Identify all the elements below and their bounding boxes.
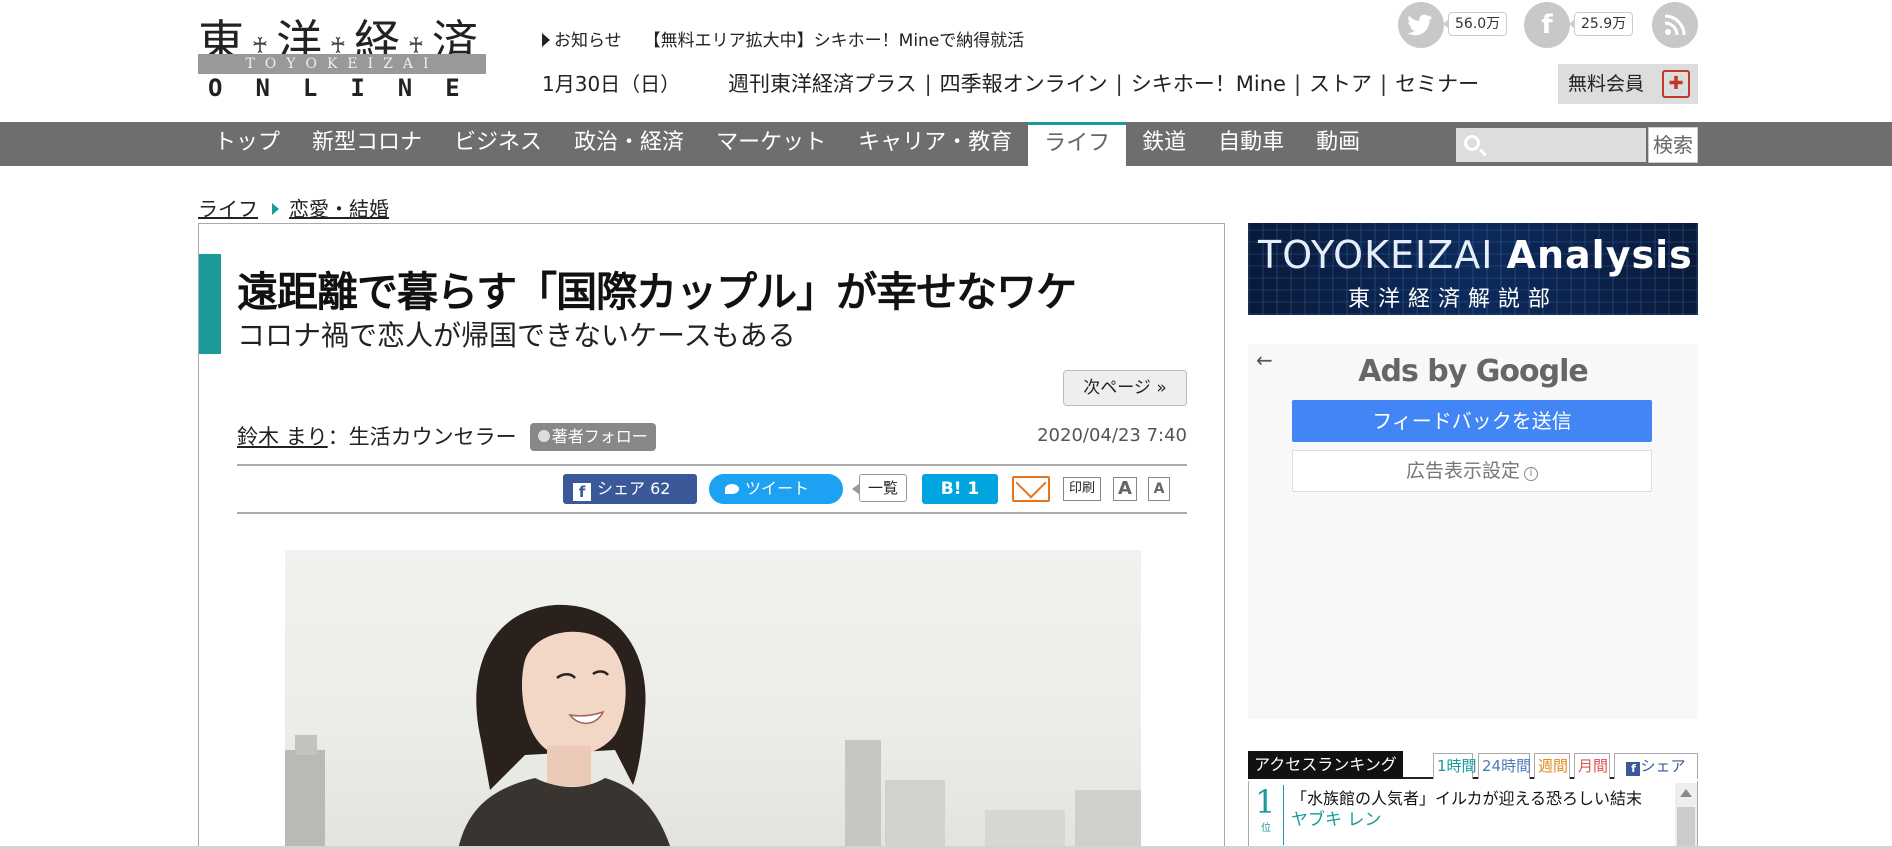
article-hero-image xyxy=(285,550,1141,849)
current-date: 1月30日（日） xyxy=(542,72,681,96)
ad-panel: ← Ads by Google フィードバックを送信 広告表示設定 i xyxy=(1248,344,1698,719)
print-button[interactable]: 印刷 xyxy=(1063,477,1101,501)
ad-feedback-button[interactable]: フィードバックを送信 xyxy=(1292,400,1652,442)
font-size-small-button[interactable]: A xyxy=(1148,477,1170,501)
analysis-banner[interactable]: TOYOKEIZAI Analysis 東洋経済解説部 xyxy=(1248,223,1698,315)
facebook-icon[interactable]: f xyxy=(1524,2,1570,48)
ranking-title: アクセスランキング xyxy=(1248,751,1403,779)
rank-number: 1位 xyxy=(1255,783,1276,834)
breadcrumb: ライフ 恋愛・結婚 xyxy=(198,193,389,222)
facebook-share-button[interactable]: f シェア 62 xyxy=(563,474,697,504)
twitter-icon[interactable] xyxy=(1398,2,1444,48)
mail-icon[interactable] xyxy=(1012,467,1050,502)
gift-icon: ✚ xyxy=(1662,70,1690,98)
ad-settings-button[interactable]: 広告表示設定 i xyxy=(1292,450,1652,492)
article-subtitle: コロナ禍で恋人が帰国できないケースもある xyxy=(237,319,796,352)
ad-settings-label: 広告表示設定 xyxy=(1405,460,1520,482)
free-member-label: 無料会員 xyxy=(1568,73,1645,95)
tweet-button[interactable]: ツイート xyxy=(709,474,843,504)
top-link-seminar[interactable]: セミナー xyxy=(1395,72,1479,96)
author-name[interactable]: 鈴木 まり xyxy=(237,425,328,449)
top-links: 週刊東洋経済プラス | 四季報オンライン | シキホー！Mine | ストア | セミナー xyxy=(728,72,1480,96)
next-page-button[interactable]: 次ページ » xyxy=(1063,370,1187,406)
tweet-label: ツイート xyxy=(745,479,810,498)
nav-item-automobile[interactable]: 自動車 xyxy=(1202,122,1300,166)
facebook-share-label: シェア 62 xyxy=(597,479,671,498)
top-link-shikiho-online[interactable]: 四季報オンライン xyxy=(940,72,1108,96)
twitter-icon xyxy=(725,484,739,494)
divider xyxy=(237,512,1187,514)
facebook-icon: f xyxy=(573,483,591,501)
banner-title: TOYOKEIZAI Analysis xyxy=(1258,233,1693,277)
nav-item-railway[interactable]: 鉄道 xyxy=(1126,122,1202,166)
top-link-store[interactable]: ストア xyxy=(1309,72,1372,96)
breadcrumb-love-marriage[interactable]: 恋愛・結婚 xyxy=(289,197,389,221)
article-title: 遠距離で暮らす「国際カップル」が幸せなワケ xyxy=(237,268,1077,316)
title-accent-bar xyxy=(199,254,221,354)
news-label: お知らせ xyxy=(554,31,622,51)
ranking-tab-1h[interactable]: 1時間 xyxy=(1433,753,1477,779)
facebook-icon: f xyxy=(1626,762,1641,776)
facebook-count: 25.9万 xyxy=(1568,12,1634,36)
search-button[interactable]: 検索 xyxy=(1648,127,1698,163)
scroll-up-icon[interactable] xyxy=(1680,789,1692,797)
hatena-bookmark-button[interactable]: B! 1 xyxy=(922,474,998,504)
nav-item-business[interactable]: ビジネス xyxy=(438,122,558,166)
nav-item-video[interactable]: 動画 xyxy=(1300,122,1376,166)
article: 遠距離で暮らす「国際カップル」が幸せなワケ コロナ禍で恋人が帰国できないケースも… xyxy=(198,223,1225,849)
author-role: ：生活カウンセラー xyxy=(327,425,517,449)
nav-item-coronavirus[interactable]: 新型コロナ xyxy=(296,122,438,166)
search-icon xyxy=(1464,135,1480,151)
ranking-tab-weekly[interactable]: 週間 xyxy=(1534,753,1570,779)
share-bar: f シェア 62 ツイート 一覧 B! 1 印刷 A A xyxy=(237,467,1187,508)
banner-subtitle: 東洋経済解説部 xyxy=(1348,287,1559,312)
search-input[interactable] xyxy=(1492,130,1642,160)
site-header: 東 ♰ 洋 ♰ 経 ♰ 済 TOYOKEIZAI ONLINE お知らせ 【無料エリア拡大中】… xyxy=(0,0,1892,122)
ranking-scrollbar[interactable] xyxy=(1675,783,1697,849)
top-link-shikiho-mine[interactable]: シキホー！Mine xyxy=(1131,72,1286,96)
publish-date: 2020/04/23 7:40 xyxy=(1037,425,1187,446)
nav-item-career-education[interactable]: キャリア・教育 xyxy=(842,122,1028,166)
global-nav: トップ 新型コロナ ビジネス 政治・経済 マーケット キャリア・教育 ライフ 鉄… xyxy=(0,122,1892,166)
nav-items: トップ 新型コロナ ビジネス 政治・経済 マーケット キャリア・教育 ライフ 鉄… xyxy=(198,122,1376,166)
news-bar: お知らせ 【無料エリア拡大中】シキホー！Mineで納得就活 xyxy=(542,26,1024,51)
triangle-right-icon xyxy=(542,33,550,47)
nav-item-market[interactable]: マーケット xyxy=(700,122,842,166)
ranking-tab-24h[interactable]: 24時間 xyxy=(1478,753,1531,779)
author-row: 鈴木 まり：生活カウンセラー 著者フォロー 2020/04/23 7:40 xyxy=(237,421,1187,453)
triangle-right-icon xyxy=(272,203,279,215)
divider xyxy=(237,464,1187,466)
font-size-large-button[interactable]: A xyxy=(1113,477,1137,501)
logo-online: ONLINE xyxy=(208,74,493,102)
ranking-tab-monthly[interactable]: 月間 xyxy=(1574,753,1610,779)
rss-icon[interactable] xyxy=(1652,2,1698,48)
news-link[interactable]: 【無料エリア拡大中】シキホー！Mineで納得就活 xyxy=(644,31,1025,51)
access-ranking: アクセスランキング 1時間 24時間 週間 月間 f シェア 1位 「水族館の人気… xyxy=(1248,751,1698,849)
ranking-tab-share[interactable]: f シェア xyxy=(1614,753,1698,779)
nav-item-politics-economy[interactable]: 政治・経済 xyxy=(558,122,700,166)
author-follow-button[interactable]: 著者フォロー xyxy=(529,423,656,451)
nav-item-top[interactable]: トップ xyxy=(198,122,296,166)
hero-photo-illustration xyxy=(285,604,1141,849)
ads-by-google: Ads by Google xyxy=(1358,354,1588,389)
twitter-count: 56.0万 xyxy=(1442,12,1508,36)
breadcrumb-life[interactable]: ライフ xyxy=(198,197,258,221)
site-logo[interactable]: 東 ♰ 洋 ♰ 経 ♰ 済 TOYOKEIZAI ONLINE xyxy=(198,6,488,102)
person-icon xyxy=(537,430,550,442)
free-member-button[interactable]: 無料会員 ✚ xyxy=(1558,64,1698,104)
tweet-list-button[interactable]: 一覧 xyxy=(852,474,907,502)
search-box xyxy=(1456,128,1646,162)
ranking-list: 1位 「水族館の人気者」イルカが迎える恐ろしい結末 ヤブキ レン xyxy=(1248,781,1698,849)
info-icon: i xyxy=(1524,467,1538,481)
logo-romaji: TOYOKEIZAI xyxy=(198,54,486,74)
top-link-weekly-plus[interactable]: 週刊東洋経済プラス xyxy=(728,72,917,96)
ranking-header: アクセスランキング 1時間 24時間 週間 月間 f シェア xyxy=(1248,751,1698,779)
nav-item-life[interactable]: ライフ xyxy=(1028,122,1127,166)
author-follow-label: 著者フォロー xyxy=(551,427,648,446)
ranking-item-author[interactable]: ヤブキ レン xyxy=(1291,805,1381,830)
